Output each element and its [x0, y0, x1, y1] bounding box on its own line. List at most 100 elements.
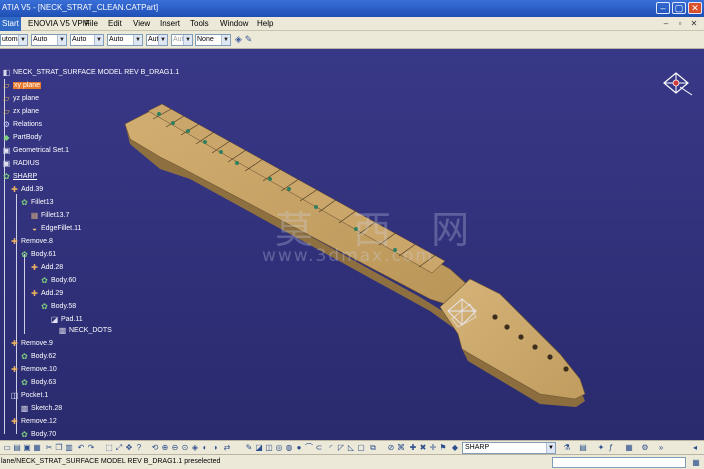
linetype-combo[interactable]: Auto ▼	[107, 34, 143, 46]
menu-insert[interactable]: Insert	[160, 19, 180, 28]
tree-root[interactable]: ◧ NECK_STRAT_SURFACE MODEL REV B_DRAG1.1	[2, 67, 179, 78]
fillet-tool-icon[interactable]: ◜	[326, 442, 336, 453]
menu-file[interactable]: File	[85, 19, 98, 28]
draft-icon[interactable]: ◺	[346, 442, 356, 453]
define-work-object-icon[interactable]: ◆	[450, 442, 460, 453]
tree-node-relations[interactable]: ⚙ Relations	[2, 119, 42, 130]
doc-restore-button[interactable]: ▫	[674, 18, 686, 29]
tree-node-yz-plane[interactable]: ▱ yz plane	[2, 93, 39, 104]
knowledge-icon[interactable]: ✦	[596, 442, 606, 453]
intersect-icon[interactable]: ✛	[428, 442, 438, 453]
tree-node-remove-8[interactable]: ✚ Remove.8	[10, 236, 53, 247]
rotate-icon[interactable]: ⟲	[150, 442, 160, 453]
tree-node-add-29[interactable]: ✚ Add.29	[30, 288, 63, 299]
menu-tools[interactable]: Tools	[190, 19, 209, 28]
tree-node-body-61[interactable]: ✿ Body.61	[20, 249, 56, 260]
rule-icon[interactable]: ⚙	[640, 442, 650, 453]
iso-view-icon[interactable]: ◈	[190, 442, 200, 453]
redo-icon[interactable]: ↷	[86, 442, 96, 453]
catalog-icon[interactable]: ▤	[578, 442, 588, 453]
fly-mode-icon[interactable]: ⬚	[104, 442, 114, 453]
compass-icon[interactable]	[658, 69, 696, 99]
zoom-out-icon[interactable]: ⊖	[170, 442, 180, 453]
tree-node-body-58[interactable]: ✿ Body.58	[40, 301, 76, 312]
menu-enovia[interactable]: ENOVIA V5 VPM	[28, 19, 89, 28]
chamfer-icon[interactable]: ◸	[336, 442, 346, 453]
assemble-icon[interactable]: ⚑	[438, 442, 448, 453]
layer-combo[interactable]: None ▼	[195, 34, 231, 46]
save-icon[interactable]: ▣	[22, 442, 32, 453]
analysis-icon[interactable]: ⌘	[396, 442, 406, 453]
tree-node-body-63[interactable]: ✿ Body.63	[20, 377, 56, 388]
arrow-right-icon[interactable]: »	[656, 442, 666, 453]
zoom-in-icon[interactable]: ⊕	[160, 442, 170, 453]
undo-icon[interactable]: ↶	[76, 442, 86, 453]
tree-node-neck-dots[interactable]: ▩ NECK_DOTS	[58, 325, 112, 336]
more-icon[interactable]: ◂	[690, 442, 700, 453]
hole-icon[interactable]: ●	[294, 442, 304, 453]
copy-icon[interactable]: ❐	[54, 442, 64, 453]
normal-view-icon[interactable]: ⊙	[180, 442, 190, 453]
tree-node-sketch-28[interactable]: ▩ Sketch.28	[20, 403, 62, 414]
doc-minimize-button[interactable]: –	[660, 18, 672, 29]
pan-icon[interactable]: ✥	[124, 442, 134, 453]
specification-tree[interactable]: ◧ NECK_STRAT_SURFACE MODEL REV B_DRAG1.1 …	[0, 49, 179, 440]
3d-viewport[interactable]: 莫 西 网 www.3dmax.com ◧ NECK_STRAT_SURFACE …	[0, 49, 704, 440]
point-type-combo[interactable]: Aut ▼	[146, 34, 168, 46]
open-icon[interactable]: ▤	[12, 442, 22, 453]
tree-node-partbody[interactable]: ◆ PartBody	[2, 132, 41, 143]
tree-node-body-60[interactable]: ✿ Body.60	[40, 275, 76, 286]
shading-icon[interactable]: ◐	[200, 442, 210, 453]
measure-icon[interactable]: ⊘	[386, 442, 396, 453]
new-icon[interactable]: ▭	[2, 442, 12, 453]
shell-icon[interactable]: ▢	[356, 442, 366, 453]
tree-node-body-62[interactable]: ✿ Body.62	[20, 351, 56, 362]
transparency-combo[interactable]: Auto ▼	[31, 34, 67, 46]
tree-node-geometrical-set[interactable]: ▣ Geometrical Set.1	[2, 145, 69, 156]
apply-material-icon[interactable]: ⚗	[562, 442, 572, 453]
tree-node-body-70[interactable]: ✿ Body.70	[20, 429, 56, 440]
paste-icon[interactable]: ▥	[64, 442, 74, 453]
tree-node-edgefillet[interactable]: ◒ EdgeFillet.11	[30, 223, 81, 234]
help-icon[interactable]: ?	[134, 442, 144, 453]
maximize-button[interactable]: ▢	[672, 2, 686, 14]
minimize-button[interactable]: –	[656, 2, 670, 14]
tree-node-radius[interactable]: ▣ RADIUS	[2, 158, 40, 169]
color-combo[interactable]: utoma ▼	[0, 34, 28, 46]
current-body-combo[interactable]: SHARP ▼	[462, 442, 556, 454]
menu-edit[interactable]: Edit	[108, 19, 122, 28]
menu-view[interactable]: View	[133, 19, 150, 28]
menu-help[interactable]: Help	[257, 19, 273, 28]
tree-node-fillet13-7[interactable]: ▦ Fillet13.7	[30, 210, 70, 221]
rib-icon[interactable]: ⌒	[304, 442, 314, 453]
cut-icon[interactable]: ✂	[44, 442, 54, 453]
swap-space-icon[interactable]: ⇄	[222, 442, 232, 453]
tree-node-pad-11[interactable]: ◪ Pad.11	[50, 314, 83, 325]
menu-start[interactable]: Start	[0, 17, 21, 31]
tree-node-remove-9[interactable]: ✚ Remove.9	[10, 338, 53, 349]
tree-node-pocket-1[interactable]: ◫ Pocket.1	[10, 390, 49, 401]
painter-icon[interactable]: ✎	[243, 34, 254, 45]
formula-icon[interactable]: ƒ	[606, 442, 616, 453]
tree-node-add-39[interactable]: ✚ Add.39	[10, 184, 43, 195]
slot-icon[interactable]: ⊂	[314, 442, 324, 453]
tree-node-fillet13[interactable]: ✿ Fillet13	[20, 197, 53, 208]
render-style-combo[interactable]: Aut ▼	[171, 34, 193, 46]
sketcher-icon[interactable]: ✎	[244, 442, 254, 453]
groove-icon[interactable]: ◍	[284, 442, 294, 453]
hide-show-icon[interactable]: ◑	[210, 442, 220, 453]
boolean-add-icon[interactable]: ✚	[408, 442, 418, 453]
tree-node-sharp[interactable]: ✿ SHARP	[2, 171, 37, 182]
line-thickness-combo[interactable]: Auto ▼	[70, 34, 104, 46]
tree-node-add-28[interactable]: ✚ Add.28	[30, 262, 63, 273]
tree-node-remove-12[interactable]: ✚ Remove.12	[10, 416, 57, 427]
tree-node-zx-plane[interactable]: ▱ zx plane	[2, 106, 39, 117]
doc-close-button[interactable]: ✕	[688, 18, 700, 29]
pad-tool-icon[interactable]: ◪	[254, 442, 264, 453]
command-input[interactable]	[552, 457, 686, 468]
shaft-icon[interactable]: ◎	[274, 442, 284, 453]
tree-node-remove-10[interactable]: ✚ Remove.10	[10, 364, 57, 375]
command-button[interactable]: ▦	[690, 457, 702, 468]
sheet-icon[interactable]: ▦	[624, 442, 634, 453]
print-icon[interactable]: ▦	[32, 442, 42, 453]
